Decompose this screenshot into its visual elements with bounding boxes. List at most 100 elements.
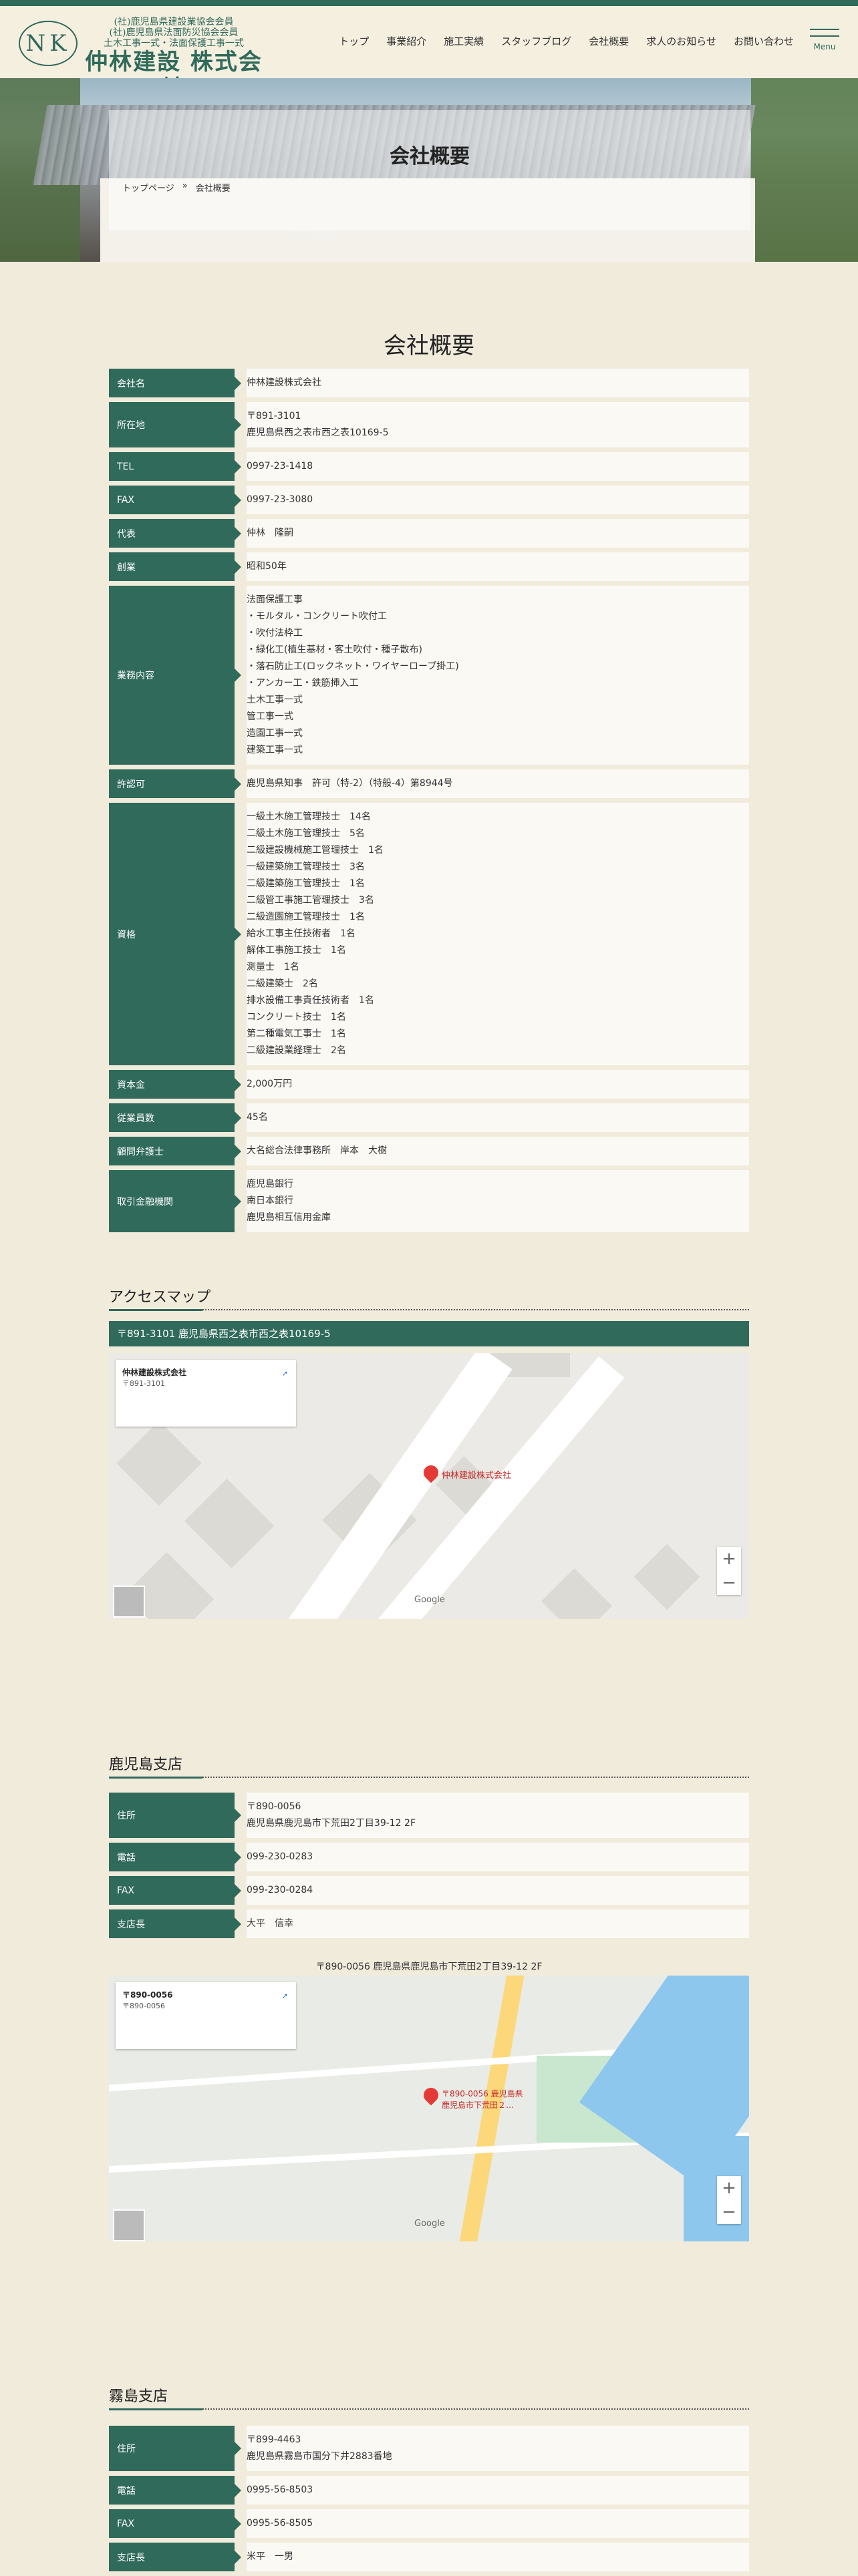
map-satellite-toggle[interactable] xyxy=(113,1586,145,1618)
row-value-line: 第二種電気工事士 1名 xyxy=(247,1029,346,1039)
company-logo[interactable]: NK (社)鹿児島県建設業協会会員 (社)鹿児島県法面防災協会会員 土木工事一式… xyxy=(19,13,261,102)
map-card-address: 〒890-0056 xyxy=(122,2002,165,2010)
row-value-line: 造園工事一式 xyxy=(247,728,303,739)
row-value: 0997-23-3080 xyxy=(247,486,749,514)
row-value-line: 二級造園施工管理技士 1名 xyxy=(247,912,365,922)
row-value: 〒891-3101 鹿児島県西之表市西之表10169-5 xyxy=(247,402,749,447)
row-label: 顧問弁護士 xyxy=(109,1137,241,1165)
map-larger-link[interactable]: ​ xyxy=(122,2026,289,2034)
table-row: 住所 〒899-4463 鹿児島県霧島市国分下井2883番地 xyxy=(109,2426,749,2471)
row-value-line: 仲林 隆嗣 xyxy=(247,528,293,538)
nav-works[interactable]: 施工実績 xyxy=(444,34,484,48)
map-pin-label: 仲林建設株式会社 xyxy=(442,1471,512,1481)
row-value-line: 0995-56-8505 xyxy=(247,2518,313,2529)
zoom-out-button[interactable]: − xyxy=(717,2200,741,2224)
logo-line: 土木工事一式・法面保護工事一式 xyxy=(104,38,244,49)
row-value-line: 鹿児島県鹿児島市下荒田2丁目39-12 2F xyxy=(247,1818,416,1829)
zoom-in-button[interactable]: + xyxy=(717,1547,741,1571)
row-value-line: 鹿児島県西之表市西之表10169-5 xyxy=(247,427,389,438)
row-value-line: ・モルタル・コンクリート吹付工 xyxy=(247,611,387,622)
row-label: 支店長 xyxy=(109,2543,241,2571)
menu-label: Menu xyxy=(813,42,836,51)
access-map-title: アクセスマップ xyxy=(109,1285,749,1311)
breadcrumb-home[interactable]: トップページ xyxy=(122,181,174,194)
menu-bar-icon xyxy=(810,35,839,37)
row-value-line: ・緑化工(植生基材・客土吹付・種子散布) xyxy=(247,645,422,655)
map-building xyxy=(633,1543,700,1610)
map-larger-link[interactable]: ​ xyxy=(122,1403,289,1412)
page-title: 会社概要 xyxy=(390,145,470,168)
zoom-in-button[interactable]: + xyxy=(717,2176,741,2200)
row-label: 資本金 xyxy=(109,1070,241,1099)
row-value: 0995-56-8505 xyxy=(247,2509,749,2538)
table-row: 資本金 2,000万円 xyxy=(109,1070,749,1099)
table-row: 従業員数 45名 xyxy=(109,1103,749,1132)
row-value: 米平 一男 xyxy=(247,2543,749,2571)
row-value: 鹿児島銀行 南日本銀行 鹿児島相互信用金庫 xyxy=(247,1170,749,1232)
nav-company[interactable]: 会社概要 xyxy=(589,34,629,48)
zoom-out-button[interactable]: − xyxy=(717,1571,741,1595)
nav-top[interactable]: トップ xyxy=(339,34,369,48)
row-value-line: 二級建築士 2名 xyxy=(247,978,318,989)
row-value-line: 大名総合法律事務所 岸本 大樹 xyxy=(247,1145,387,1156)
row-value-line: 鹿児島相互信用金庫 xyxy=(247,1212,331,1223)
table-row: 許認可 鹿児島県知事 許可（特-2）（特般-4）第8944号 xyxy=(109,769,749,798)
menu-bar-icon xyxy=(810,29,839,30)
access-map-title-text: アクセスマップ xyxy=(109,1289,211,1306)
directions-icon[interactable]: ➚ xyxy=(282,1992,288,2000)
row-value-line: 仲林建設株式会社 xyxy=(247,377,321,388)
access-address-bar: 〒891-3101 鹿児島県西之表市西之表10169-5 xyxy=(109,1321,749,1346)
directions-icon[interactable]: ➚ xyxy=(282,1369,288,1378)
map-pin-icon[interactable] xyxy=(420,2084,442,2106)
row-value: 099-230-0283 xyxy=(247,1843,749,1871)
row-value-line: 二級土木施工管理技士 5名 xyxy=(247,828,365,839)
nav-business[interactable]: 事業紹介 xyxy=(386,34,426,48)
row-value-line: ・吹付法枠工 xyxy=(247,628,303,638)
table-row: 住所 〒890-0056 鹿児島県鹿児島市下荒田2丁目39-12 2F xyxy=(109,1793,749,1838)
row-value-line: 法面保護工事 xyxy=(247,594,303,605)
hamburger-menu-button[interactable]: Menu xyxy=(810,23,839,63)
row-value-line: 土木工事一式 xyxy=(247,695,303,705)
row-value-line: 099-230-0283 xyxy=(247,1851,313,1862)
row-value: 昭和50年 xyxy=(247,552,749,581)
row-label: 資格 xyxy=(109,803,241,1065)
nav-recruit[interactable]: 求人のお知らせ xyxy=(646,34,716,48)
row-label: TEL xyxy=(109,452,241,481)
table-row: 支店長 米平 一男 xyxy=(109,2543,749,2571)
row-value-line: 鹿児島県知事 許可（特-2）（特般-4）第8944号 xyxy=(247,778,453,789)
map-zoom-controls: + − xyxy=(717,2176,741,2224)
row-value-line: 排水設備工事責任技術者 1名 xyxy=(247,995,374,1006)
logo-line: (社)鹿児島県建設業協会会員 xyxy=(114,17,234,27)
main-nav: トップ 事業紹介 施工実績 スタッフブログ 会社概要 求人のお知らせ お問い合わ… xyxy=(339,34,794,48)
row-label: 電話 xyxy=(109,1843,241,1871)
row-label: 創業 xyxy=(109,552,241,581)
row-value: 大名総合法律事務所 岸本 大樹 xyxy=(247,1137,749,1165)
nav-contact[interactable]: お問い合わせ xyxy=(734,34,794,48)
row-value-line: ・落石防止工(ロックネット・ワイヤーロープ掛工) xyxy=(247,661,459,672)
row-label: 従業員数 xyxy=(109,1103,241,1132)
map-building xyxy=(184,1478,275,1569)
row-value-line: 管工事一式 xyxy=(247,711,293,722)
row-value: 2,000万円 xyxy=(247,1070,749,1099)
head-office-map[interactable]: 仲林建設株式会社 〒891-3101 ​ ➚ 仲林建設株式会社 + − Goog… xyxy=(109,1353,749,1619)
table-row: 資格 一級土木施工管理技士 14名 二級土木施工管理技士 5名 二級建設機械施工管理技… xyxy=(109,803,749,1065)
kirishima-branch-title: 霧島支店 xyxy=(109,2384,749,2410)
row-label: 住所 xyxy=(109,2426,241,2471)
kagoshima-branch-table: 住所 〒890-0056 鹿児島県鹿児島市下荒田2丁目39-12 2F 電話 099-2… xyxy=(109,1793,749,1943)
row-value: 仲林建設株式会社 xyxy=(247,369,749,397)
row-value-line: 45名 xyxy=(247,1112,268,1123)
row-value-line: ・アンカー工・鉄筋挿入工 xyxy=(247,678,359,689)
table-row: TEL 0997-23-1418 xyxy=(109,452,749,481)
row-value-line: 昭和50年 xyxy=(247,561,287,572)
row-value-line: 鹿児島銀行 xyxy=(247,1179,293,1189)
nav-staff-blog[interactable]: スタッフブログ xyxy=(501,34,571,48)
row-value: 仲林 隆嗣 xyxy=(247,519,749,548)
map-satellite-toggle[interactable] xyxy=(113,2209,145,2241)
kagoshima-branch-map[interactable]: 〒890-0056 〒890-0056 ​ ➚ 〒890-0056 鹿児島県鹿児… xyxy=(109,1976,749,2241)
row-value-line: 2,000万円 xyxy=(247,1079,293,1089)
breadcrumb-current: 会社概要 xyxy=(195,184,231,194)
row-value: 大平 信幸 xyxy=(247,1909,749,1938)
logo-mark: NK xyxy=(19,21,78,66)
table-row: FAX 0997-23-3080 xyxy=(109,486,749,514)
row-value-line: 大平 信幸 xyxy=(247,1918,293,1929)
